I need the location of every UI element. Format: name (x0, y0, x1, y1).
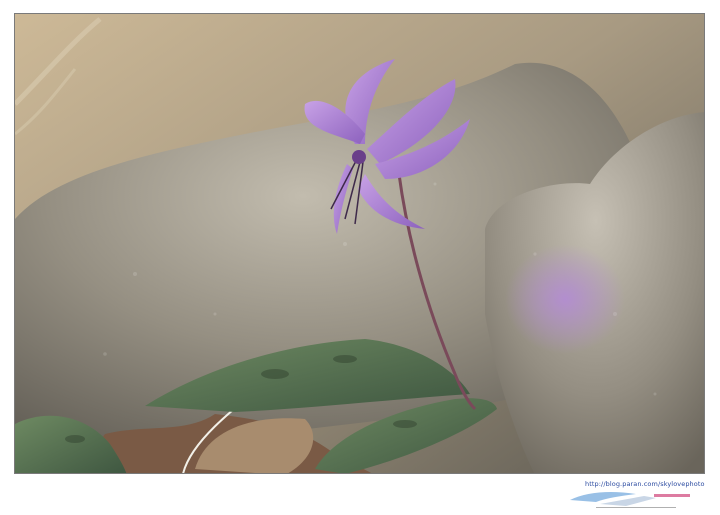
photo-frame (14, 13, 705, 474)
flower-center (352, 150, 366, 164)
watermark-logo (570, 492, 690, 508)
blurred-foreground-petal (505, 244, 625, 354)
flower-photo (15, 14, 704, 473)
